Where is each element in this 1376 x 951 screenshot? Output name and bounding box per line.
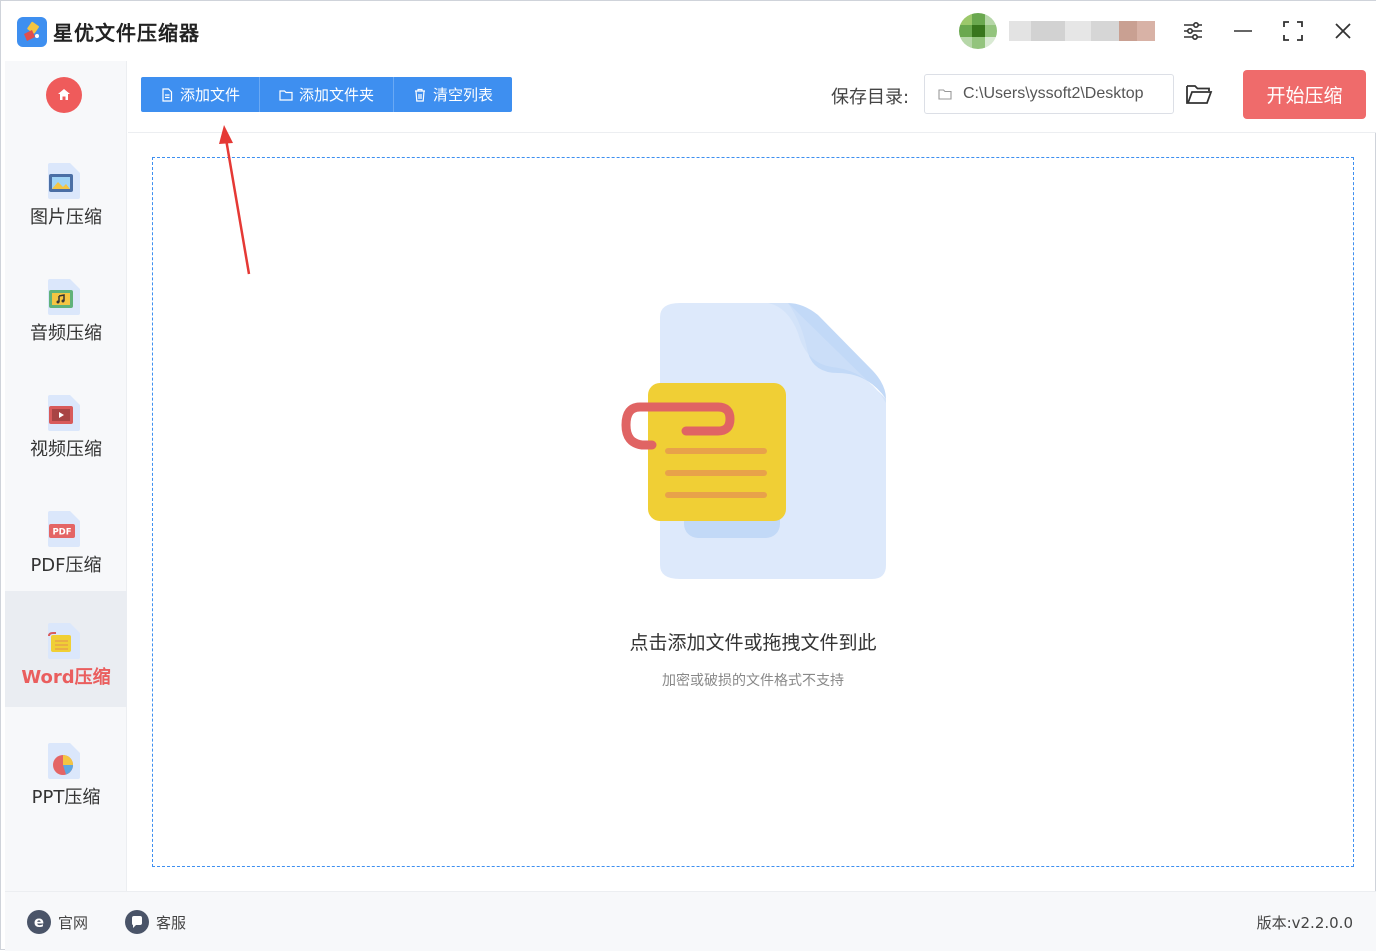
sidebar-item-ppt[interactable]: PPT压缩 [5,711,127,827]
ppt-file-icon [46,741,82,781]
sidebar-item-video[interactable]: 视频压缩 [5,363,127,479]
save-dir-value: C:\Users\yssoft2\Desktop [963,85,1144,102]
sidebar: 图片压缩 音频压缩 视频压缩 PDF PDF压缩 Word压缩 PPT压缩 [5,61,127,891]
word-file-icon [46,621,82,661]
add-folder-button[interactable]: 添加文件夹 [260,77,395,112]
sidebar-item-label: 音频压缩 [30,323,102,344]
app-window: 星优文件压缩器 图片压缩 音频压缩 视频压缩 PDF PDF压缩 Word压缩 … [0,0,1376,951]
svg-text:e: e [34,913,44,931]
sidebar-item-pdf[interactable]: PDF PDF压缩 [5,479,127,595]
start-compress-button[interactable]: 开始压缩 [1243,70,1366,119]
browser-e-icon: e [27,910,51,934]
save-dir-field[interactable]: C:\Users\yssoft2\Desktop [924,74,1174,114]
version-text: 版本:v2.2.0.0 [1256,914,1353,932]
sidebar-item-label: 视频压缩 [30,439,102,460]
audio-file-icon [46,277,82,317]
file-icon [162,87,173,102]
sidebar-item-word[interactable]: Word压缩 [5,591,127,707]
sidebar-item-label: PDF压缩 [30,555,102,576]
sidebar-item-audio[interactable]: 音频压缩 [5,247,127,363]
document-illustration-icon [618,303,888,583]
pdf-file-icon: PDF [46,509,82,549]
add-file-button[interactable]: 添加文件 [141,77,261,112]
file-drop-zone[interactable]: 点击添加文件或拖拽文件到此 加密或破损的文件格式不支持 [152,157,1354,867]
minimize-icon[interactable] [1227,15,1259,47]
add-file-label: 添加文件 [180,86,241,104]
support-label: 客服 [156,913,187,932]
support-link[interactable]: 客服 [125,910,186,934]
user-avatar[interactable] [959,13,997,49]
maximize-icon[interactable] [1277,15,1309,47]
annotation-arrow-icon [219,125,251,275]
browse-folder-icon[interactable] [1184,79,1214,109]
save-dir-label: 保存目录: [831,87,910,108]
close-icon[interactable] [1327,15,1359,47]
folder-icon [279,89,293,101]
app-logo-icon [17,17,47,47]
sidebar-item-label: PPT压缩 [31,787,101,808]
svg-text:PDF: PDF [52,528,71,538]
title-bar: 星优文件压缩器 [1,1,1376,61]
sidebar-item-image[interactable]: 图片压缩 [5,131,127,247]
trash-icon [415,88,426,102]
clear-list-label: 清空列表 [433,86,494,104]
settings-sliders-icon[interactable] [1177,15,1209,47]
add-folder-label: 添加文件夹 [299,86,375,104]
video-file-icon [46,393,82,433]
website-link[interactable]: e 官网 [27,910,88,934]
website-label: 官网 [58,913,89,932]
image-file-icon [46,161,82,201]
clear-list-button[interactable]: 清空列表 [394,77,513,112]
drop-instruction: 点击添加文件或拖拽文件到此 [629,632,877,654]
folder-icon [938,89,952,100]
footer: e 官网 客服 版本:v2.2.0.0 [5,891,1376,951]
chat-bubble-icon [125,910,149,934]
file-actions-group: 添加文件 添加文件夹 清空列表 [141,77,513,112]
app-title: 星优文件压缩器 [53,21,200,45]
home-icon[interactable] [46,77,82,113]
drop-hint: 加密或破损的文件格式不支持 [662,673,844,689]
sidebar-item-label: 图片压缩 [30,207,102,228]
toolbar: 添加文件 添加文件夹 清空列表 保存目录: C:\Users\yssoft2\D… [128,61,1376,133]
user-name-blurred [1009,21,1155,41]
sidebar-item-label: Word压缩 [21,667,111,688]
